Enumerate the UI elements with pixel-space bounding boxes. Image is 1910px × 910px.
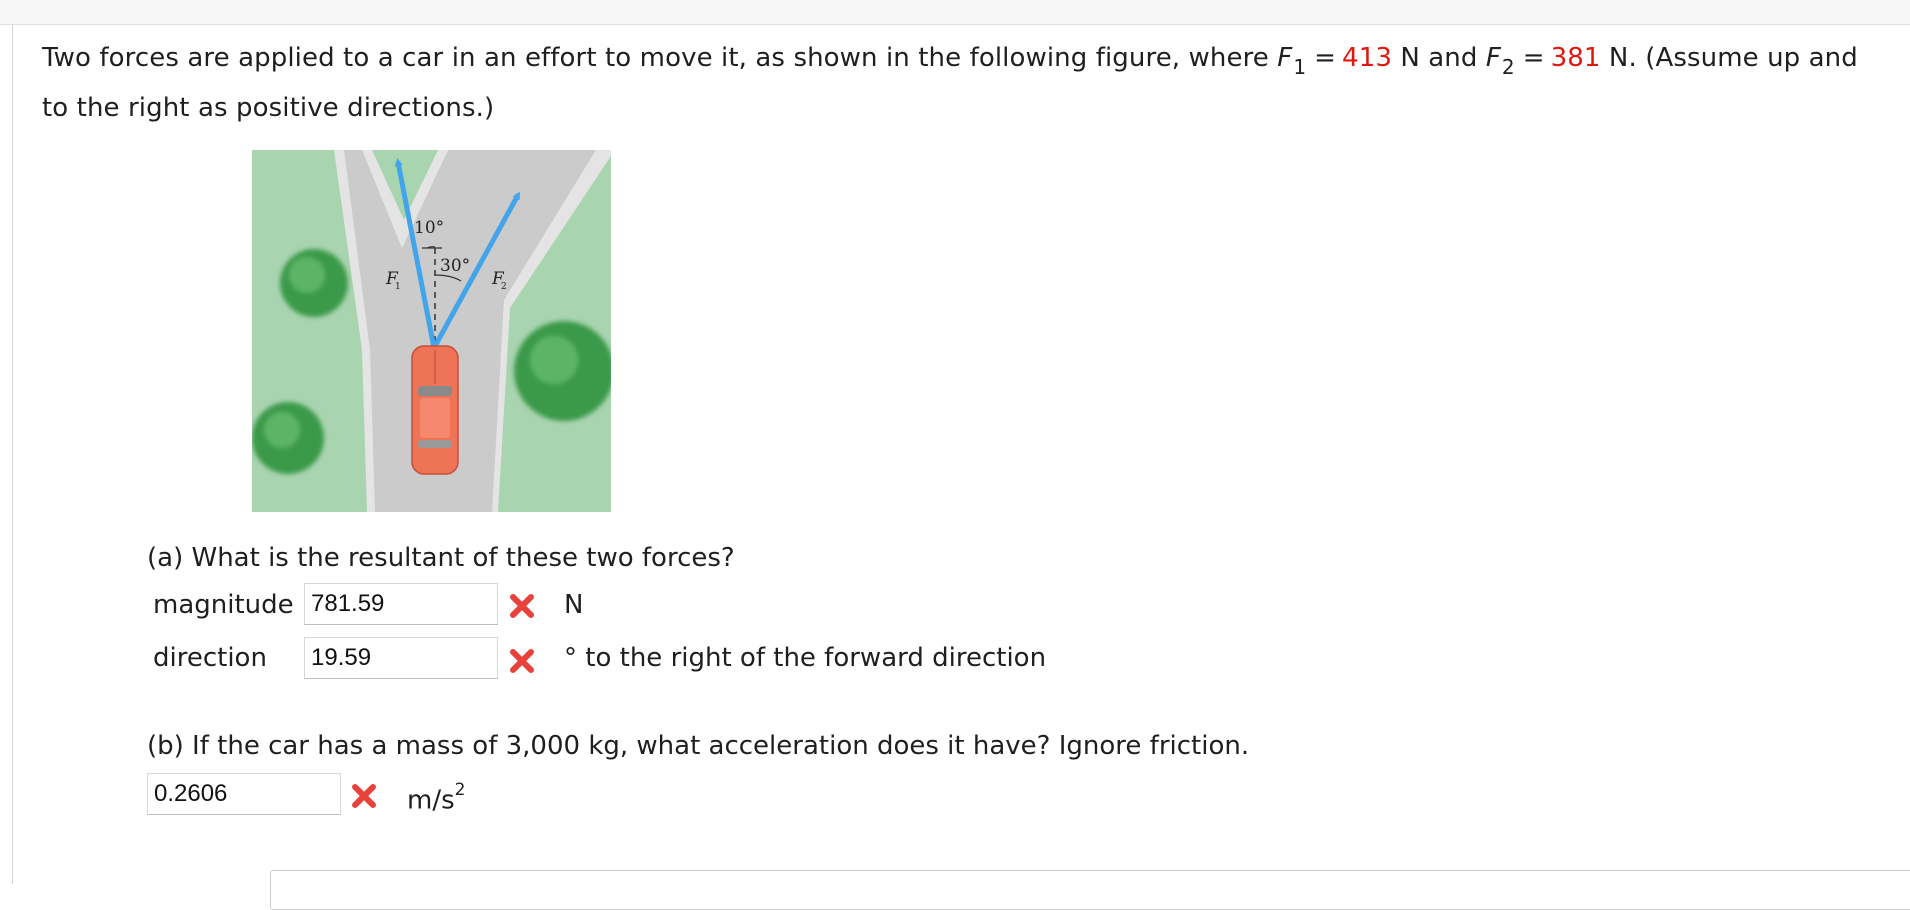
top-toolbar-strip	[0, 0, 1910, 25]
direction-label: direction	[153, 643, 267, 673]
left-border	[12, 24, 13, 884]
tree-icon-1	[280, 249, 348, 317]
problem-statement: Two forces are applied to a car in an ef…	[42, 34, 1892, 133]
f2-symbol: F	[1485, 43, 1501, 73]
f2-subscript: 2	[1501, 55, 1515, 79]
problem-text-a: Two forces are applied to a car in an ef…	[42, 43, 1278, 73]
forces-diagram: 10° 30° F 1 F 2	[252, 150, 614, 512]
tree-icon-2	[252, 402, 324, 474]
f2-value: 381	[1550, 43, 1601, 73]
tree-icon-3	[514, 321, 614, 421]
angle-label-30: 30°	[440, 256, 470, 276]
magnitude-input[interactable]	[304, 583, 498, 625]
acceleration-unit: m/s2	[407, 778, 465, 817]
acceleration-unit-exponent: 2	[454, 780, 466, 800]
x-mark-icon	[510, 649, 534, 673]
f1-figure-sub: 1	[395, 282, 401, 292]
angle-label-10: 10°	[414, 218, 444, 238]
direction-input[interactable]	[304, 637, 498, 679]
next-section-box	[270, 870, 1910, 910]
magnitude-label: magnitude	[153, 590, 294, 620]
forces-figure: 10° 30° F 1 F 2	[252, 150, 614, 512]
x-mark-icon	[510, 594, 534, 618]
f1-subscript: 1	[1293, 55, 1307, 79]
magnitude-unit: N	[564, 590, 584, 620]
equals-sign-2: =	[1522, 43, 1545, 73]
part-a-question: (a) What is the resultant of these two f…	[147, 543, 735, 573]
direction-unit: ° to the right of the forward direction	[564, 643, 1047, 673]
car-icon	[411, 345, 459, 475]
acceleration-input[interactable]	[147, 773, 341, 815]
acceleration-unit-base: m/s	[407, 785, 455, 816]
f1-unit-text: N and	[1391, 43, 1486, 73]
f2-figure-sub: 2	[501, 282, 507, 292]
f1-symbol: F	[1277, 43, 1293, 73]
f1-value: 413	[1342, 43, 1392, 73]
part-b-question: (b) If the car has a mass of 3,000 kg, w…	[147, 731, 1250, 761]
equals-sign: =	[1314, 43, 1337, 73]
x-mark-icon	[352, 784, 376, 808]
